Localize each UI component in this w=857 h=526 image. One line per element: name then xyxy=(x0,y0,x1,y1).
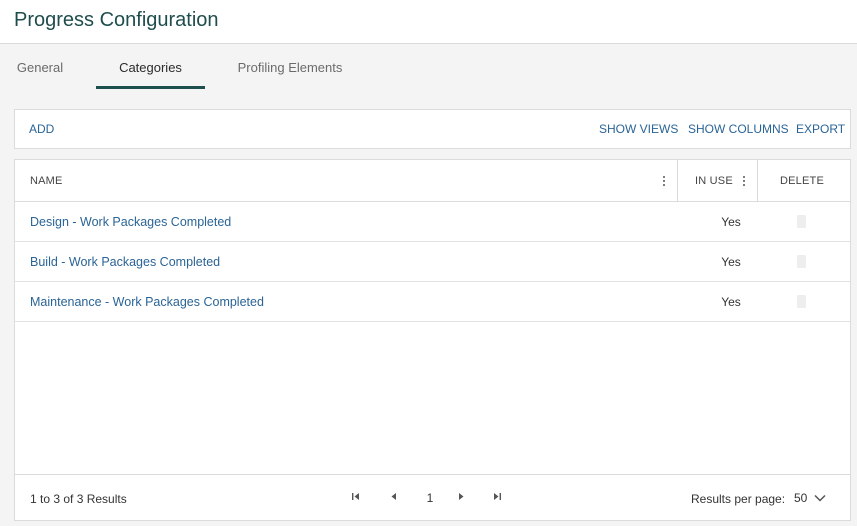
tab-bar: General Categories Profiling Elements xyxy=(0,44,857,90)
chevron-down-icon[interactable] xyxy=(813,491,827,505)
results-per-page-select[interactable]: 50 xyxy=(794,475,807,521)
categories-grid: NAME IN USE DELETE Design - Work Package… xyxy=(14,159,851,521)
table-row: Build - Work Packages Completed Yes xyxy=(15,242,850,282)
tab-categories[interactable]: Categories xyxy=(96,44,205,89)
delete-icon[interactable] xyxy=(797,295,806,308)
previous-page-icon[interactable] xyxy=(386,489,402,505)
show-views-button[interactable]: SHOW VIEWS xyxy=(599,110,678,148)
pagination-bar: 1 to 3 of 3 Results 1 Results per page: … xyxy=(15,474,850,520)
first-page-icon[interactable] xyxy=(348,489,364,505)
column-header-name[interactable]: NAME xyxy=(30,160,63,201)
export-button[interactable]: EXPORT xyxy=(796,110,845,148)
column-divider xyxy=(677,160,678,201)
next-page-icon[interactable] xyxy=(453,489,469,505)
delete-icon[interactable] xyxy=(797,215,806,228)
column-menu-icon[interactable] xyxy=(662,176,666,187)
column-divider xyxy=(757,160,758,201)
column-header-delete: DELETE xyxy=(780,175,824,187)
current-page-number: 1 xyxy=(426,491,434,505)
table-row: Design - Work Packages Completed Yes xyxy=(15,202,850,242)
last-page-icon[interactable] xyxy=(489,489,505,505)
results-per-page-label: Results per page: xyxy=(691,492,786,506)
tab-label: Profiling Elements xyxy=(237,60,343,75)
results-summary: 1 to 3 of 3 Results xyxy=(30,492,127,506)
add-button[interactable]: ADD xyxy=(29,110,54,148)
tab-general[interactable]: General xyxy=(14,44,66,88)
active-tab-indicator xyxy=(96,86,205,89)
in-use-value: Yes xyxy=(721,255,741,269)
in-use-value: Yes xyxy=(721,295,741,309)
grid-header: NAME IN USE DELETE xyxy=(15,160,850,202)
category-name-link[interactable]: Design - Work Packages Completed xyxy=(30,202,231,242)
grid-toolbar: ADD SHOW VIEWS SHOW COLUMNS EXPORT xyxy=(14,109,851,149)
column-menu-icon[interactable] xyxy=(742,176,746,187)
title-bar: Progress Configuration xyxy=(0,0,857,44)
tab-label: Categories xyxy=(119,60,182,75)
delete-icon[interactable] xyxy=(797,255,806,268)
tab-label: General xyxy=(16,60,64,75)
category-name-link[interactable]: Maintenance - Work Packages Completed xyxy=(30,282,264,322)
column-header-in-use[interactable]: IN USE xyxy=(695,160,733,201)
show-columns-button[interactable]: SHOW COLUMNS xyxy=(688,110,789,148)
table-row: Maintenance - Work Packages Completed Ye… xyxy=(15,282,850,322)
category-name-link[interactable]: Build - Work Packages Completed xyxy=(30,242,220,282)
tab-profiling-elements[interactable]: Profiling Elements xyxy=(235,44,345,88)
in-use-value: Yes xyxy=(721,215,741,229)
page-title: Progress Configuration xyxy=(14,9,219,31)
